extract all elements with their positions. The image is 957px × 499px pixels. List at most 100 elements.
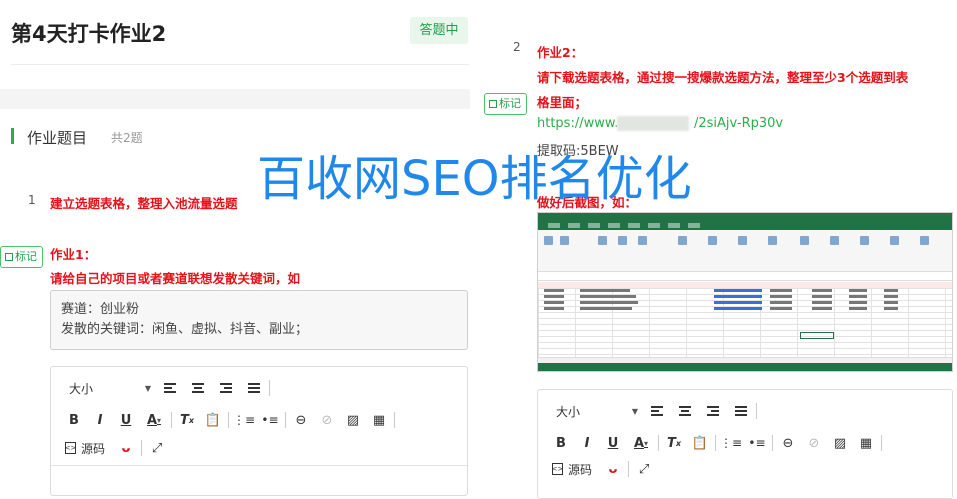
editor-toolbar-row: <> 源码 ᴗ ⤢ [552,458,655,480]
table-icon[interactable]: ▦ [368,409,390,431]
toolbar-separator [658,435,659,451]
question-number: 1 [28,193,36,207]
link-icon[interactable]: ⊖ [777,432,799,454]
toolbar-separator [285,412,286,428]
mark-button[interactable]: 标记 [0,246,43,268]
caret-down-icon: ▼ [631,406,638,416]
unlink-icon[interactable]: ⊘ [803,432,825,454]
italic-icon[interactable]: I [89,409,111,431]
rich-text-editor[interactable]: 大小 ▼ B I U A ▾ Tx 📋 ⋮≡ •≡ ⊖ ⊘ ▨ ▦ <> 源码 ᴗ… [537,389,953,499]
editor-toolbar-row: 大小 ▼ [69,377,274,399]
toolbar-separator [756,403,757,419]
emoji-icon[interactable]: ᴗ [115,437,137,459]
align-center-icon[interactable] [674,400,696,422]
rich-text-editor[interactable]: 大小 ▼ B I U A ▾ Tx 📋 ⋮≡ •≡ ⊖ ⊘ ▨ ▦ <> 源码 ᴗ… [50,366,468,496]
font-size-label: 大小 [69,381,94,396]
font-color-icon[interactable]: A ▾ [141,409,167,431]
assignment-heading: 作业2： [537,45,584,60]
font-size-select[interactable]: 大小 ▼ [69,380,151,397]
ordered-list-icon[interactable]: ⋮≡ [233,409,255,431]
redacted-url-part [617,116,689,131]
watermark: 百收网SEO排名优化 [257,151,692,207]
unordered-list-icon[interactable]: •≡ [746,432,768,454]
section-spacer [0,89,470,109]
mark-button[interactable]: 标记 [484,93,527,115]
ordered-list-icon[interactable]: ⋮≡ [720,432,742,454]
unlink-icon[interactable]: ⊘ [316,409,338,431]
paste-text-icon[interactable]: 📋 [202,409,224,431]
spreadsheet-menubar [538,222,952,230]
answer-line: 发散的关键词：闲鱼、虚拟、抖音、副业； [61,322,309,337]
mark-button-label: 标记 [15,250,37,263]
editor-content-divider [51,465,467,466]
toolbar-separator [171,412,172,428]
section-accent-bar [11,128,14,144]
editor-toolbar-row: <> 源码 ᴗ ⤢ [65,437,168,459]
underline-icon[interactable]: U [602,432,624,454]
align-left-icon[interactable] [159,377,181,399]
question-title: 建立选题表格，整理入池流量选题 [50,196,238,211]
assignment-instruction-cont: 格里面； [537,95,588,110]
font-size-label: 大小 [556,404,581,419]
align-left-icon[interactable] [646,400,668,422]
align-right-icon[interactable] [215,377,237,399]
font-color-icon[interactable]: A ▾ [628,432,654,454]
toolbar-separator [394,412,395,428]
editor-toolbar-row: B I U A ▾ Tx 📋 ⋮≡ •≡ ⊖ ⊘ ▨ ▦ [63,409,399,431]
toolbar-separator [715,435,716,451]
download-link-suffix[interactable]: /2siAjv-Rp30v [694,116,783,131]
emoji-icon[interactable]: ᴗ [602,458,624,480]
unordered-list-icon[interactable]: •≡ [259,409,281,431]
editor-toolbar-row: B I U A ▾ Tx 📋 ⋮≡ •≡ ⊖ ⊘ ▨ ▦ [550,432,886,454]
align-right-icon[interactable] [702,400,724,422]
section-title: 作业题目 [27,129,88,147]
spreadsheet-titlebar [538,213,952,222]
align-center-icon[interactable] [187,377,209,399]
source-code-icon: <> [551,463,564,475]
question-count: 共2题 [111,131,143,145]
table-icon[interactable]: ▦ [855,432,877,454]
clear-format-icon[interactable]: Tx [663,432,685,454]
bold-icon[interactable]: B [63,409,85,431]
link-icon[interactable]: ⊖ [290,409,312,431]
source-code-icon: <> [64,442,77,454]
assignment-instruction: 请给自己的项目或者赛道联想发散关键词，如 [50,271,301,286]
answer-line: 赛道：创业粉 [61,302,140,317]
fullscreen-icon[interactable]: ⤢ [146,437,168,459]
assignment-instruction: 请下载选题表格，通过搜一搜爆款选题方法，整理至少3个选题到表 [537,70,909,85]
toolbar-separator [881,435,882,451]
clear-format-icon[interactable]: Tx [176,409,198,431]
toolbar-separator [772,435,773,451]
source-code-button[interactable]: <> 源码 [552,458,592,480]
spreadsheet-grid [538,282,952,360]
bold-icon[interactable]: B [550,432,572,454]
mark-button-label: 标记 [499,97,521,110]
checkbox-icon [489,100,497,108]
source-code-label: 源码 [568,462,593,477]
page-title: 第4天打卡作业2 [11,22,167,46]
paste-text-icon[interactable]: 📋 [689,432,711,454]
fullscreen-icon[interactable]: ⤢ [633,458,655,480]
spreadsheet-ribbon [538,230,952,272]
answer-preview: 赛道：创业粉 发散的关键词：闲鱼、虚拟、抖音、副业； [50,290,468,350]
toolbar-separator [269,380,270,396]
image-icon[interactable]: ▨ [829,432,851,454]
toolbar-separator [628,461,630,477]
source-code-button[interactable]: <> 源码 [65,437,105,459]
source-code-label: 源码 [81,441,106,456]
assignment-heading: 作业1： [50,247,97,262]
font-size-select[interactable]: 大小 ▼ [556,403,638,420]
toolbar-separator [141,440,143,456]
image-icon[interactable]: ▨ [342,409,364,431]
toolbar-separator [228,412,229,428]
editor-toolbar-row: 大小 ▼ [556,400,761,422]
align-justify-icon[interactable] [243,377,265,399]
spreadsheet-statusbar [538,363,952,371]
spreadsheet-formula-bar [538,273,952,281]
underline-icon[interactable]: U [115,409,137,431]
italic-icon[interactable]: I [576,432,598,454]
checkbox-icon [5,253,13,261]
download-link-prefix[interactable]: https://www. [537,116,618,131]
question-number: 2 [513,40,521,54]
align-justify-icon[interactable] [730,400,752,422]
